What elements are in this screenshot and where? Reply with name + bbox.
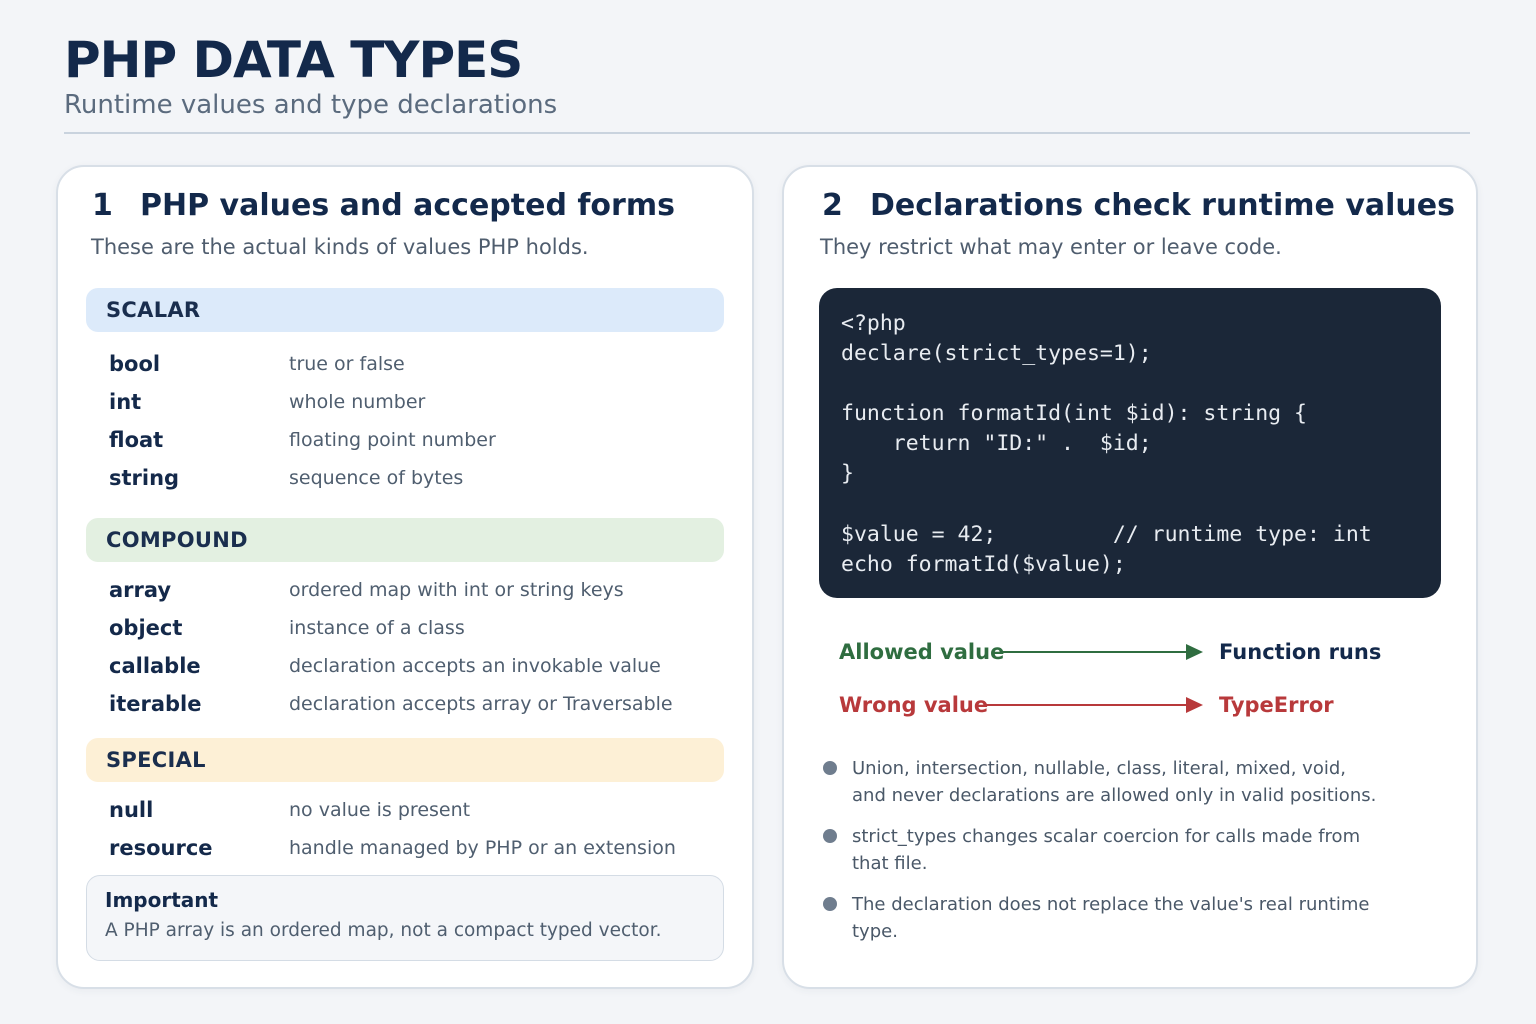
code-line: <?php (841, 311, 906, 336)
panel-subtitle: These are the actual kinds of values PHP… (91, 235, 589, 259)
title-divider (64, 132, 1470, 134)
bullet-icon (823, 897, 837, 911)
type-name: callable (109, 654, 201, 678)
type-name: iterable (109, 692, 202, 716)
bullet-icon (823, 829, 837, 843)
compound-group-header: COMPOUND (86, 518, 724, 562)
type-row: float floating point number (109, 421, 719, 459)
flow-source-label: Wrong value (839, 693, 989, 717)
group-label: SCALAR (106, 298, 201, 322)
type-name: object (109, 616, 183, 640)
list-item: strict_types changes scalar coercion for… (823, 823, 1443, 877)
type-description: sequence of bytes (289, 467, 464, 489)
type-description: ordered map with int or string keys (289, 579, 624, 601)
code-example: <?php declare(strict_types=1); function … (819, 288, 1441, 598)
type-row: bool true or false (109, 345, 719, 383)
flow-result-label: TypeError (1219, 693, 1334, 717)
code-line: } (841, 461, 854, 487)
callout-title: Important (105, 888, 219, 912)
type-name: int (109, 390, 142, 414)
type-name: float (109, 428, 164, 452)
type-row: string sequence of bytes (109, 459, 719, 497)
panel-title: Declarations check runtime values (870, 188, 1455, 223)
code-line: function formatId(int $id): string { (841, 401, 1307, 427)
compound-type-list: array ordered map with int or string key… (109, 571, 719, 723)
right-arrow-icon (1000, 644, 1203, 660)
list-item-text: and never declarations are allowed only … (852, 784, 1377, 806)
values-panel: 1 PHP values and accepted forms These ar… (56, 165, 754, 989)
list-item: The declaration does not replace the val… (823, 891, 1443, 945)
flow-source-label: Allowed value (839, 640, 1005, 664)
scalar-group-header: SCALAR (86, 288, 724, 332)
panel-number: 1 (92, 188, 113, 223)
declarations-panel: 2 Declarations check runtime values They… (782, 165, 1478, 989)
type-name: null (109, 798, 154, 822)
special-type-list: null no value is present resource handle… (109, 791, 719, 867)
type-description: instance of a class (289, 617, 465, 639)
page-subtitle: Runtime values and type declarations (64, 90, 558, 120)
type-name: bool (109, 352, 161, 376)
type-row: int whole number (109, 383, 719, 421)
code-line: return "ID:" . $id; (841, 431, 1152, 457)
wrong-flow: Wrong value TypeError (839, 690, 1334, 720)
flow-source: Wrong value (839, 690, 1203, 720)
important-callout: Important A PHP array is an ordered map,… (86, 875, 724, 961)
type-row: resource handle managed by PHP or an ext… (109, 829, 719, 867)
special-group-header: SPECIAL (86, 738, 724, 782)
list-item-text: The declaration does not replace the val… (852, 893, 1370, 915)
page-title: PHP DATA TYPES (64, 31, 523, 89)
scalar-type-list: bool true or false int whole number floa… (109, 345, 719, 497)
bullet-icon (823, 761, 837, 775)
allowed-flow: Allowed value Function runs (839, 637, 1381, 667)
list-item: Union, intersection, nullable, class, li… (823, 755, 1443, 809)
callout-text: A PHP array is an ordered map, not a com… (105, 920, 662, 941)
type-description: handle managed by PHP or an extension (289, 837, 676, 859)
type-name: string (109, 466, 180, 490)
type-name: array (109, 578, 172, 602)
type-row: object instance of a class (109, 609, 719, 647)
code-line: $value = 42; // runtime type: int (841, 521, 1372, 547)
type-description: declaration accepts array or Traversable (289, 693, 673, 715)
type-description: floating point number (289, 429, 496, 451)
group-label: COMPOUND (106, 528, 248, 552)
flow-source: Allowed value (839, 637, 1203, 667)
list-item-text: that file. (852, 852, 928, 874)
code-line: declare(strict_types=1); (841, 341, 1152, 367)
panel-title: PHP values and accepted forms (140, 188, 675, 223)
group-label: SPECIAL (106, 748, 206, 772)
code-line: echo formatId($value); (841, 551, 1126, 577)
flow-result-label: Function runs (1219, 640, 1382, 664)
type-name: resource (109, 836, 213, 860)
panel-subtitle: They restrict what may enter or leave co… (820, 235, 1282, 259)
notes-list: Union, intersection, nullable, class, li… (823, 755, 1443, 959)
list-item-text: type. (852, 920, 898, 942)
type-description: no value is present (289, 799, 471, 821)
type-row: callable declaration accepts an invokabl… (109, 647, 719, 685)
type-row: array ordered map with int or string key… (109, 571, 719, 609)
type-description: true or false (289, 353, 405, 375)
type-description: whole number (289, 391, 426, 413)
panel-number: 2 (822, 188, 843, 223)
list-item-text: strict_types changes scalar coercion for… (852, 825, 1361, 847)
type-row: iterable declaration accepts array or Tr… (109, 685, 719, 723)
right-arrow-icon (984, 697, 1203, 713)
type-row: null no value is present (109, 791, 719, 829)
list-item-text: Union, intersection, nullable, class, li… (852, 757, 1346, 779)
type-description: declaration accepts an invokable value (289, 655, 661, 677)
